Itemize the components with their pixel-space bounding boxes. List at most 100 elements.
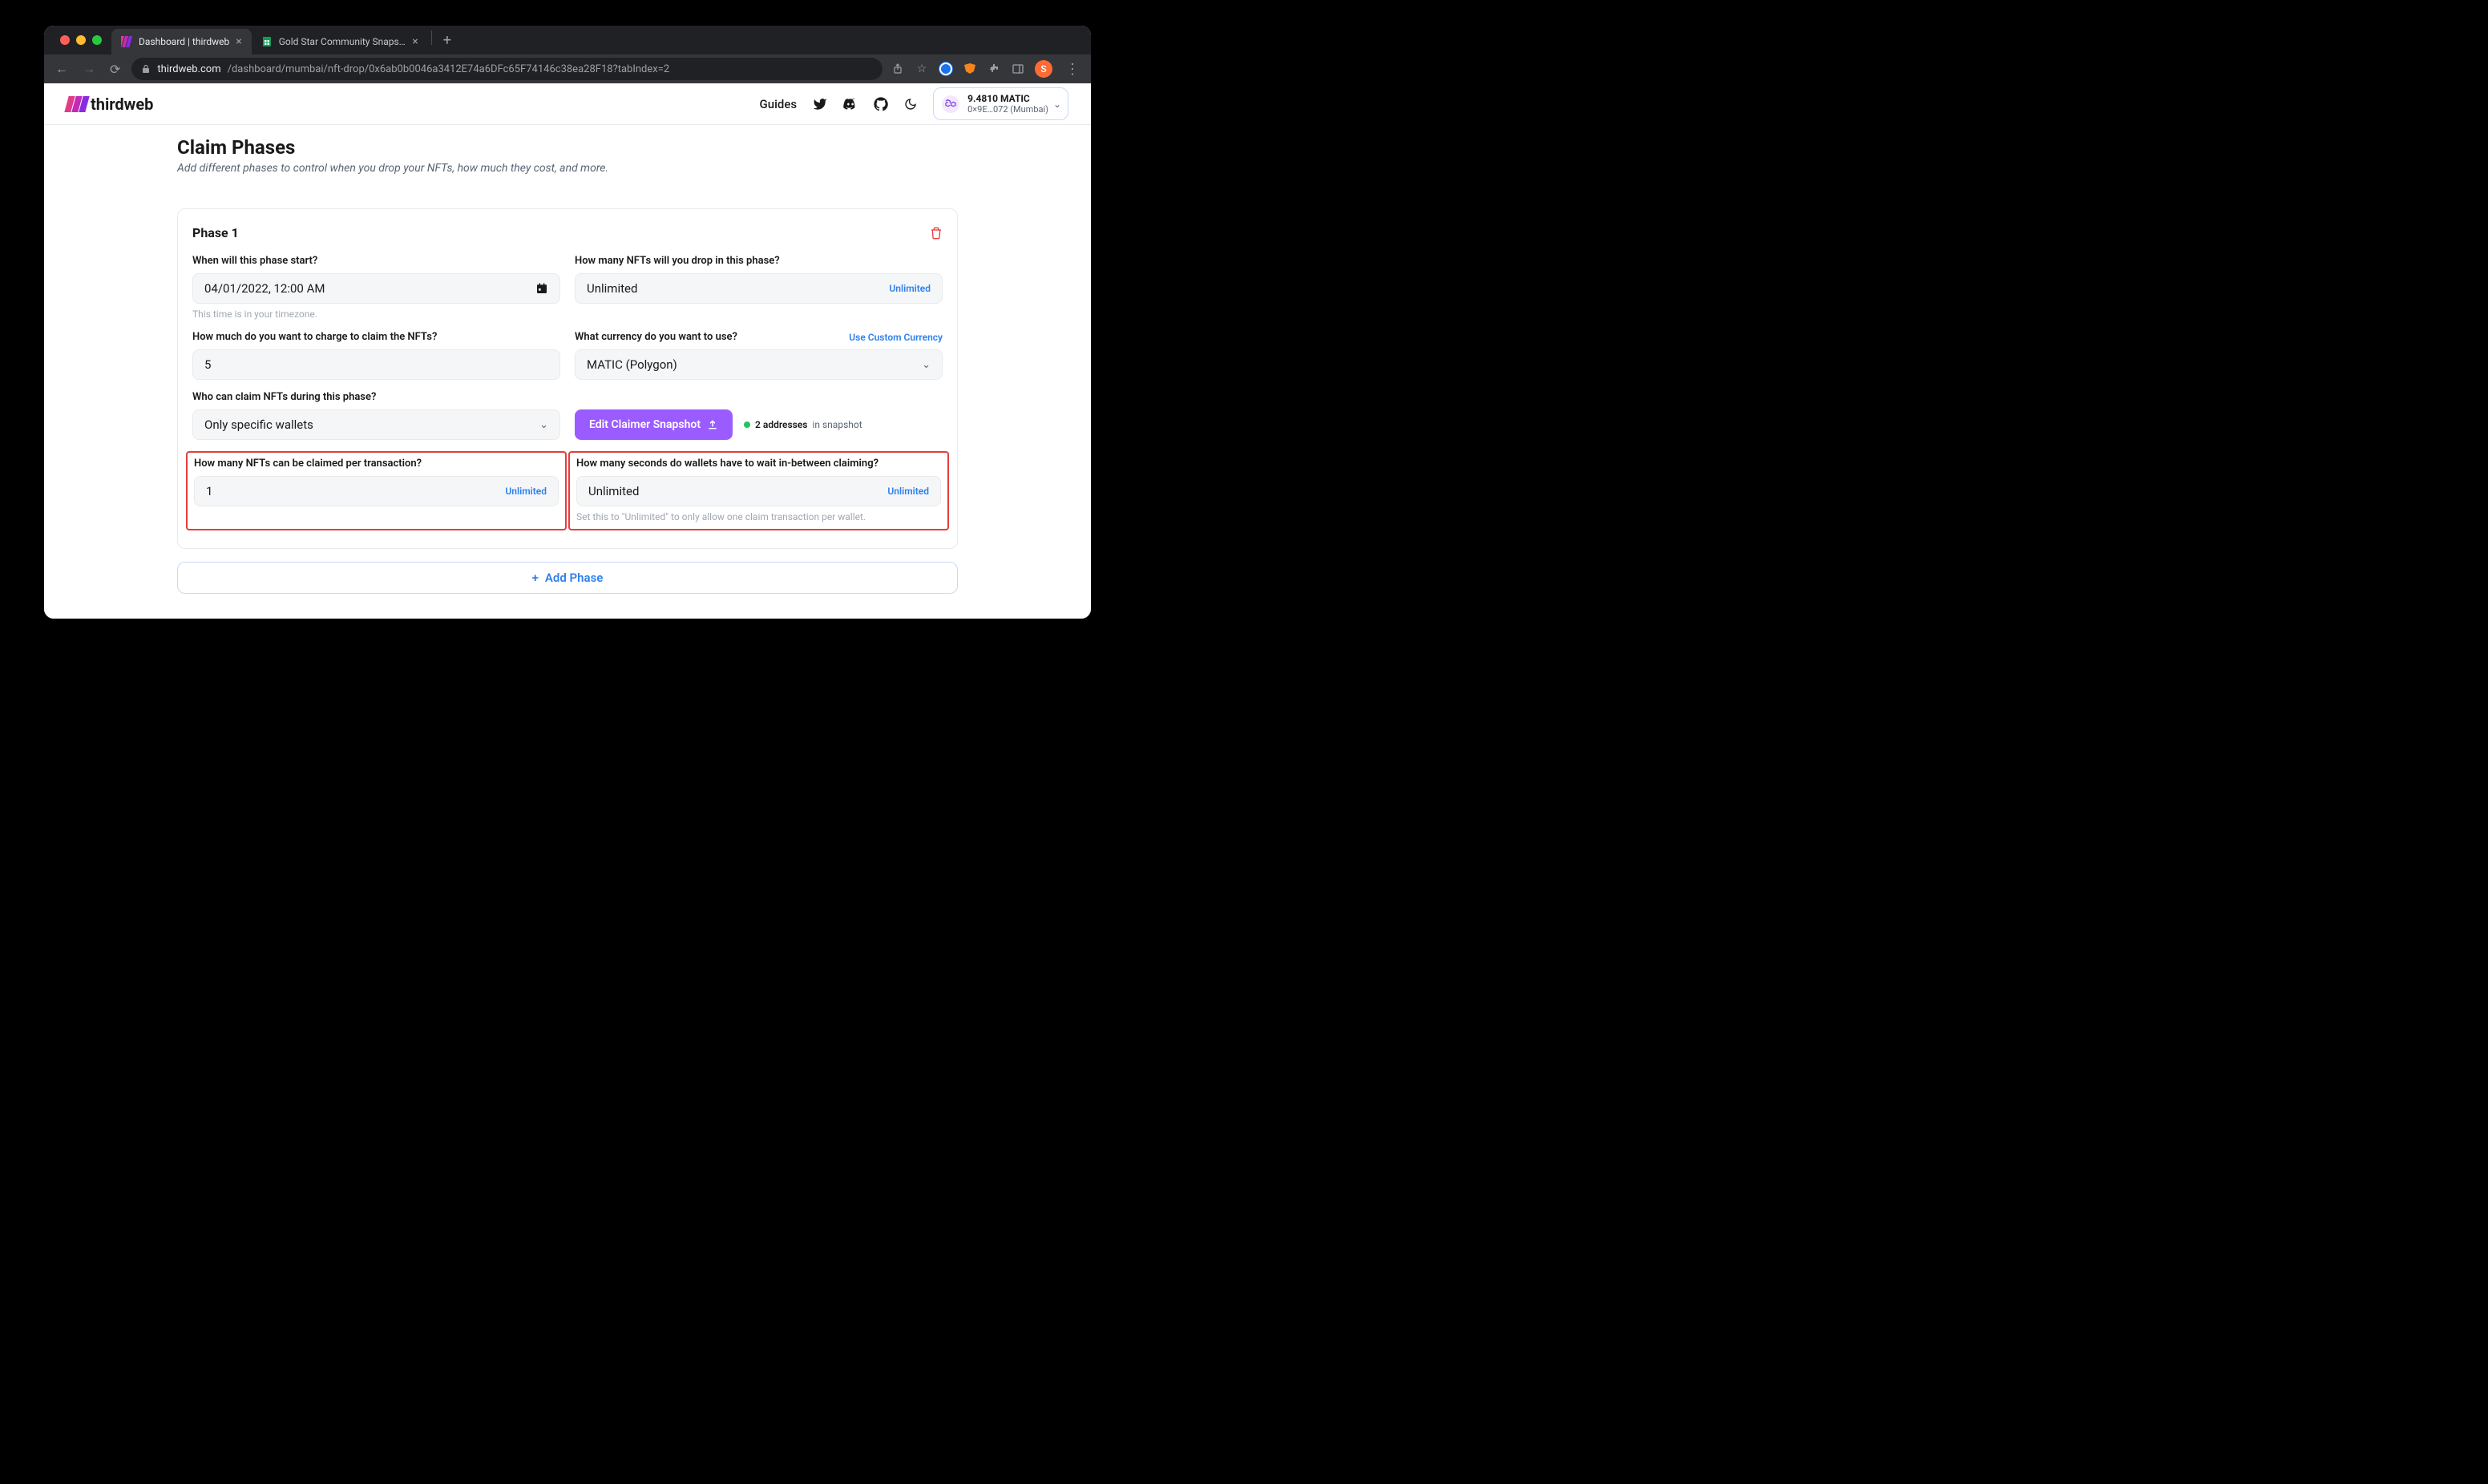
snapshot-count: 2 addresses bbox=[755, 419, 807, 430]
page-subtitle: Add different phases to control when you… bbox=[177, 162, 1068, 175]
highlight-pertx: How many NFTs can be claimed per transac… bbox=[186, 451, 567, 530]
currency-value: MATIC (Polygon) bbox=[587, 357, 677, 372]
tab-dashboard[interactable]: Dashboard | thirdweb × bbox=[111, 29, 252, 54]
toolbar-icons: ☆ S ⋮ bbox=[891, 60, 1083, 78]
minimize-window-icon[interactable] bbox=[76, 35, 86, 45]
panel-icon[interactable] bbox=[1011, 62, 1025, 76]
wait-value: Unlimited bbox=[588, 484, 639, 498]
start-date-value: 04/01/2022, 12:00 AM bbox=[204, 281, 325, 296]
wait-input[interactable]: Unlimited Unlimited bbox=[576, 476, 941, 506]
extensions-icon[interactable] bbox=[987, 62, 1001, 76]
wallet-address: 0×9E…072 (Mumbai) bbox=[967, 104, 1048, 115]
chevron-down-icon: ⌄ bbox=[1053, 99, 1061, 110]
metamask-icon[interactable] bbox=[963, 62, 977, 76]
back-button[interactable]: ← bbox=[52, 61, 71, 77]
forward-button[interactable]: → bbox=[79, 61, 99, 77]
add-phase-button[interactable]: + Add Phase bbox=[177, 562, 958, 594]
pertx-input[interactable]: 1 Unlimited bbox=[194, 476, 559, 506]
bookmark-icon[interactable]: ☆ bbox=[915, 62, 929, 76]
main-content: Claim Phases Add different phases to con… bbox=[44, 125, 1091, 613]
profile-avatar[interactable]: S bbox=[1035, 60, 1052, 78]
sheets-favicon bbox=[261, 36, 273, 47]
drop-unlimited-button[interactable]: Unlimited bbox=[889, 283, 931, 294]
field-who: Who can claim NFTs during this phase? On… bbox=[192, 391, 560, 440]
close-tab-icon[interactable]: × bbox=[236, 35, 241, 48]
logo-text: thirdweb bbox=[91, 95, 153, 114]
wallet-button[interactable]: 9.4810 MATIC 0×9E…072 (Mumbai) ⌄ bbox=[933, 87, 1068, 120]
pertx-value: 1 bbox=[206, 484, 212, 498]
price-label: How much do you want to charge to claim … bbox=[192, 331, 560, 343]
guides-link[interactable]: Guides bbox=[760, 97, 798, 111]
field-snapshot: Edit Claimer Snapshot 2 addresses in sna… bbox=[575, 409, 943, 440]
start-helper: This time is in your timezone. bbox=[192, 308, 560, 320]
who-value: Only specific wallets bbox=[204, 417, 313, 432]
snapshot-info: 2 addresses in snapshot bbox=[744, 419, 862, 430]
close-tab-icon[interactable]: × bbox=[412, 35, 418, 48]
drop-label: How many NFTs will you drop in this phas… bbox=[575, 255, 943, 267]
thirdweb-logo[interactable]: thirdweb bbox=[67, 95, 153, 114]
tab-sheets[interactable]: Gold Star Community Snapsho × bbox=[252, 29, 428, 54]
upload-icon bbox=[707, 419, 718, 430]
edit-snapshot-button[interactable]: Edit Claimer Snapshot bbox=[575, 409, 733, 440]
wait-unlimited-button[interactable]: Unlimited bbox=[887, 486, 929, 497]
pertx-label: How many NFTs can be claimed per transac… bbox=[194, 458, 559, 470]
browser-window: Dashboard | thirdweb × Gold Star Communi… bbox=[44, 26, 1091, 619]
chevron-down-icon: ⌄ bbox=[539, 419, 548, 431]
currency-label: What currency do you want to use? bbox=[575, 331, 737, 343]
reload-button[interactable]: ⟳ bbox=[107, 62, 123, 77]
snapshot-btn-label: Edit Claimer Snapshot bbox=[589, 418, 701, 431]
wait-helper: Set this to "Unlimited" to only allow on… bbox=[576, 511, 941, 522]
price-value: 5 bbox=[204, 357, 211, 372]
highlight-wait: How many seconds do wallets have to wait… bbox=[568, 451, 949, 530]
who-select[interactable]: Only specific wallets ⌄ bbox=[192, 409, 560, 440]
start-label: When will this phase start? bbox=[192, 255, 560, 267]
new-tab-button[interactable]: + bbox=[435, 32, 459, 49]
field-start-date: When will this phase start? 04/01/2022, … bbox=[192, 255, 560, 320]
url-domain: thirdweb.com bbox=[157, 63, 220, 75]
address-bar: ← → ⟳ thirdweb.com/dashboard/mumbai/nft-… bbox=[44, 54, 1091, 83]
site-header: thirdweb Guides 9.4810 MATIC bbox=[44, 83, 1091, 125]
pertx-unlimited-button[interactable]: Unlimited bbox=[505, 486, 547, 497]
field-drop-count: How many NFTs will you drop in this phas… bbox=[575, 255, 943, 320]
theme-toggle-icon[interactable] bbox=[904, 98, 917, 111]
browser-menu-icon[interactable]: ⋮ bbox=[1062, 61, 1083, 78]
tab-title: Gold Star Community Snapsho bbox=[279, 36, 406, 47]
drop-count-input[interactable]: Unlimited Unlimited bbox=[575, 273, 943, 304]
tab-strip: Dashboard | thirdweb × Gold Star Communi… bbox=[44, 26, 1091, 54]
calendar-icon bbox=[535, 282, 548, 295]
close-window-icon[interactable] bbox=[60, 35, 70, 45]
field-currency: What currency do you want to use? Use Cu… bbox=[575, 331, 943, 380]
field-price: How much do you want to charge to claim … bbox=[192, 331, 560, 380]
start-date-input[interactable]: 04/01/2022, 12:00 AM bbox=[192, 273, 560, 304]
chevron-down-icon: ⌄ bbox=[922, 359, 931, 371]
snapshot-suffix: in snapshot bbox=[812, 419, 862, 430]
polygon-icon bbox=[942, 95, 959, 113]
currency-select[interactable]: MATIC (Polygon) ⌄ bbox=[575, 349, 943, 380]
drop-value: Unlimited bbox=[587, 281, 637, 296]
delete-phase-button[interactable] bbox=[930, 227, 943, 240]
who-label: Who can claim NFTs during this phase? bbox=[192, 391, 560, 403]
url-input[interactable]: thirdweb.com/dashboard/mumbai/nft-drop/0… bbox=[131, 58, 883, 80]
page-title: Claim Phases bbox=[177, 136, 1068, 159]
phase-name: Phase 1 bbox=[192, 225, 239, 240]
wallet-info: 9.4810 MATIC 0×9E…072 (Mumbai) bbox=[967, 93, 1048, 115]
url-path: /dashboard/mumbai/nft-drop/0x6ab0b0046a3… bbox=[228, 63, 670, 75]
wait-label: How many seconds do wallets have to wait… bbox=[576, 458, 941, 470]
status-dot-icon bbox=[744, 421, 750, 428]
share-icon[interactable] bbox=[891, 62, 905, 76]
window-controls bbox=[50, 26, 111, 54]
github-icon[interactable] bbox=[874, 97, 888, 111]
discord-icon[interactable] bbox=[843, 97, 858, 111]
custom-currency-link[interactable]: Use Custom Currency bbox=[849, 332, 943, 343]
phase-card: Phase 1 When will this phase start? 04/0… bbox=[177, 208, 958, 549]
lock-icon bbox=[141, 64, 151, 74]
plus-icon: + bbox=[532, 571, 539, 585]
tab-separator bbox=[431, 30, 432, 45]
tab-title: Dashboard | thirdweb bbox=[139, 36, 229, 47]
price-input[interactable]: 5 bbox=[192, 349, 560, 380]
twitter-icon[interactable] bbox=[813, 97, 827, 111]
wallet-balance: 9.4810 MATIC bbox=[967, 93, 1048, 104]
extension-icon-1[interactable] bbox=[939, 62, 953, 76]
logo-mark-icon bbox=[67, 96, 87, 112]
maximize-window-icon[interactable] bbox=[92, 35, 102, 45]
